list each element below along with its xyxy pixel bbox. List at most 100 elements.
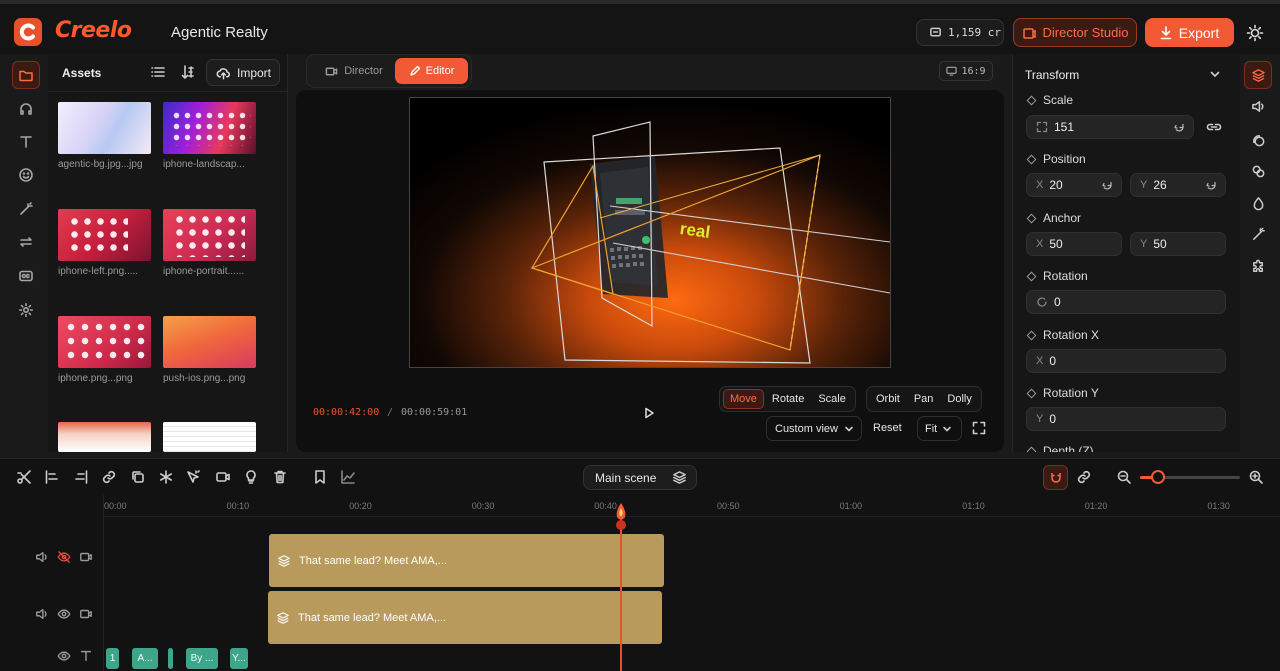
snap-magnet-icon[interactable] <box>1043 465 1068 490</box>
asset-tile[interactable]: agentic-bg.jpg...jpg <box>58 102 152 170</box>
director-studio-button[interactable]: Director Studio <box>1013 18 1137 47</box>
align-end-icon[interactable] <box>73 469 89 485</box>
link-icon[interactable] <box>1206 120 1222 134</box>
headphones-icon[interactable] <box>12 95 40 123</box>
ripple-link-icon[interactable] <box>1076 469 1092 485</box>
sun-icon[interactable] <box>1246 24 1264 42</box>
layers-icon[interactable] <box>672 470 687 485</box>
video-camera-icon[interactable] <box>79 607 93 621</box>
keyframe-diamond-icon[interactable] <box>1026 154 1037 164</box>
reset-arrow-icon[interactable] <box>1205 179 1217 191</box>
scene-clip[interactable]: That same lead? Meet AMA,... <box>268 591 662 644</box>
preview-canvas[interactable]: real <box>409 97 891 368</box>
magic-wand-icon[interactable] <box>12 195 40 223</box>
zoom-in-icon[interactable] <box>1248 469 1264 485</box>
asset-tile[interactable]: iphone-left.png..... <box>58 209 152 277</box>
animation-icon[interactable] <box>1244 126 1272 154</box>
asset-tile[interactable] <box>58 422 152 452</box>
text-clip[interactable]: Y... <box>230 648 248 669</box>
keyframe-diamond-icon[interactable] <box>1026 388 1037 398</box>
sticker-smile-icon[interactable] <box>12 161 40 189</box>
freeze-snowflake-icon[interactable] <box>158 469 174 485</box>
magic-cut-icon[interactable] <box>186 469 202 485</box>
position-x-field[interactable]: X 20 <box>1026 173 1122 197</box>
transitions-icon[interactable] <box>12 228 40 256</box>
record-camera-icon[interactable] <box>215 469 231 485</box>
duplicate-icon[interactable] <box>1244 157 1272 185</box>
volume-icon[interactable] <box>1244 92 1272 120</box>
rotation-y-field[interactable]: Y0 <box>1026 407 1226 431</box>
playhead-line[interactable] <box>620 509 622 671</box>
video-camera-icon[interactable] <box>79 550 93 564</box>
settings-gear-icon[interactable] <box>12 296 40 324</box>
text-icon[interactable] <box>12 128 40 156</box>
assets-folder-icon[interactable] <box>12 61 40 89</box>
scene-select[interactable]: Main scene <box>583 465 697 490</box>
sort-icon[interactable] <box>180 64 196 80</box>
plugin-puzzle-icon[interactable] <box>1244 252 1272 280</box>
align-start-icon[interactable] <box>44 469 60 485</box>
dolly-button[interactable]: Dolly <box>941 389 977 409</box>
keyframe-diamond-icon[interactable] <box>1026 213 1037 223</box>
layers-icon[interactable] <box>1244 61 1272 89</box>
trash-icon[interactable] <box>272 469 288 485</box>
eye-icon[interactable] <box>57 607 71 621</box>
rotate-mode-button[interactable]: Rotate <box>766 389 810 409</box>
position-y-field[interactable]: Y 26 <box>1130 173 1226 197</box>
text-clip[interactable]: By ... <box>186 648 218 669</box>
link-clips-icon[interactable] <box>101 469 117 485</box>
creelo-logo-icon[interactable] <box>14 18 42 46</box>
playhead-handle[interactable] <box>613 501 629 531</box>
reset-button[interactable]: Reset <box>873 422 902 434</box>
asset-tile[interactable]: iphone.png...png <box>58 316 152 384</box>
timeline-ruler[interactable]: 00:00 00:10 00:20 00:30 00:40 00:50 01:00 01:10… <box>104 495 1280 517</box>
asset-tile[interactable]: iphone-landscap... <box>163 102 257 170</box>
eye-icon[interactable] <box>57 649 71 663</box>
volume-icon[interactable] <box>35 550 49 564</box>
graph-icon[interactable] <box>340 469 356 485</box>
asset-tile[interactable] <box>163 422 257 452</box>
keyframe-diamond-icon[interactable] <box>1026 271 1037 281</box>
zoom-slider-handle[interactable] <box>1151 470 1165 484</box>
credits-badge[interactable]: 1,159 cr <box>916 19 1004 46</box>
export-button[interactable]: Export <box>1145 18 1234 47</box>
effects-wand-icon[interactable] <box>1244 220 1272 248</box>
pan-button[interactable]: Pan <box>908 389 940 409</box>
chevron-down-icon[interactable] <box>1209 68 1221 80</box>
reset-arrow-icon[interactable] <box>1173 121 1185 133</box>
canvas-text-real[interactable]: real <box>679 219 712 242</box>
import-button[interactable]: Import <box>206 59 280 86</box>
text-clip[interactable] <box>168 648 173 669</box>
zoom-out-icon[interactable] <box>1116 469 1132 485</box>
keyframe-diamond-icon[interactable] <box>1026 95 1037 105</box>
fit-select[interactable]: Fit <box>917 416 962 441</box>
text-clip[interactable]: 1 <box>106 648 119 669</box>
anchor-y-field[interactable]: Y 50 <box>1130 232 1226 256</box>
copy-icon[interactable] <box>130 469 146 485</box>
color-drop-icon[interactable] <box>1244 189 1272 217</box>
keyframe-diamond-icon[interactable] <box>1026 446 1037 452</box>
move-mode-button[interactable]: Move <box>723 389 764 409</box>
text-clip[interactable]: A... <box>132 648 158 669</box>
split-scissors-icon[interactable] <box>16 469 32 485</box>
rotation-field[interactable]: 0 <box>1026 290 1226 314</box>
captions-icon[interactable] <box>12 262 40 290</box>
rotation-x-field[interactable]: X0 <box>1026 349 1226 373</box>
fullscreen-icon[interactable] <box>972 421 986 435</box>
asset-tile[interactable]: iphone-portrait...... <box>163 209 257 277</box>
reset-arrow-icon[interactable] <box>1101 179 1113 191</box>
tab-editor[interactable]: Editor <box>395 58 468 84</box>
aspect-ratio-button[interactable]: 16:9 <box>939 61 993 81</box>
orbit-button[interactable]: Orbit <box>870 389 906 409</box>
view-select[interactable]: Custom view <box>766 416 862 441</box>
project-name[interactable]: Agentic Realty <box>171 24 268 41</box>
eye-off-icon[interactable] <box>57 550 71 564</box>
scale-field[interactable]: 151 <box>1026 115 1194 139</box>
play-icon[interactable] <box>641 405 657 421</box>
scene-clip[interactable]: That same lead? Meet AMA,... <box>269 534 664 587</box>
asset-tile[interactable]: push-ios.png...png <box>163 316 257 384</box>
lightbulb-icon[interactable] <box>243 469 259 485</box>
tab-director[interactable]: Director <box>313 58 395 84</box>
keyframe-diamond-icon[interactable] <box>1026 330 1037 340</box>
bookmark-icon[interactable] <box>312 469 328 485</box>
